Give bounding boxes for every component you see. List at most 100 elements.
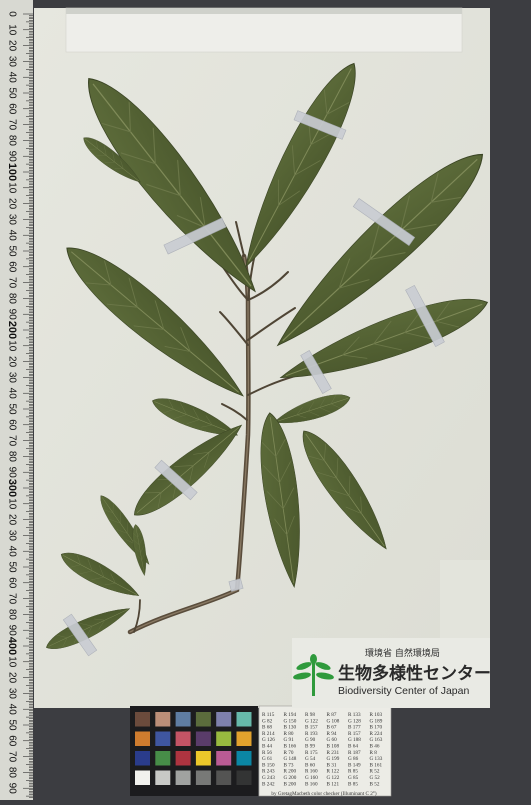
color-value-cell: G 60 [327,737,338,743]
color-value-cell: B 68 [262,725,272,731]
color-value-cell: R 133 [348,712,361,718]
ruler-label: 0 [6,11,17,17]
color-value-cell: B 64 [348,744,358,750]
herbarium-specimen-photo: 0 10 20 30 40 50 60 70 80 90 100 10 20 30 40 50 60 70 80 90… [0,0,531,800]
ruler-label: 80 [6,293,17,305]
ruler-label: 20 [6,672,17,684]
color-value-cell: G 91 [284,737,295,743]
color-value-cell: B 242 [262,781,275,787]
color-value-cell: R 52 [370,769,380,775]
color-value-cell: B 60 [305,762,315,768]
color-swatch [175,770,191,785]
color-swatch [175,731,191,746]
ruler-label: 70 [6,277,17,289]
ruler-label: 70 [6,435,17,447]
color-value-cell: G 54 [305,756,316,762]
ruler-label: 50 [6,403,17,415]
ruler-label: 20 [6,40,17,52]
color-value-cell: G 133 [370,756,383,762]
color-value-cell: R 193 [305,731,318,737]
ruler-label: 10 [6,182,17,194]
color-value-cell: R 122 [327,769,340,775]
ruler-label: 100 [6,163,18,181]
ruler-label: 40 [6,230,17,242]
color-swatch [155,731,171,746]
ruler-label: 40 [6,388,17,400]
ruler-label: 40 [6,704,17,716]
color-swatch [135,770,150,785]
center-title-en: Biodiversity Center of Japan [338,685,469,697]
color-value-cell: B 46 [370,744,380,750]
color-value-cell: R 85 [348,769,358,775]
color-swatch [135,712,150,727]
agency-text: 環境省 自然環境局 [365,647,440,659]
color-value-cell: G 189 [370,718,383,724]
top-label-strip [65,7,463,53]
color-checker-caption: by GretagMacbeth color checker (Illumina… [271,790,376,797]
color-value-cell: B 170 [370,725,383,731]
color-value-cell: G 188 [348,737,361,743]
ruler-label: 50 [6,719,17,731]
color-value-cell: B 121 [327,781,340,787]
color-value-cell: B 73 [284,762,294,768]
ruler-label: 40 [6,546,17,558]
color-value-cell: R 231 [327,750,340,756]
top-label-edge [66,8,462,14]
color-swatch [236,731,252,746]
color-value-cell: R 224 [370,731,383,737]
color-value-cell: G 52 [370,775,381,781]
color-value-cell: B 31 [327,762,337,768]
color-swatch [236,770,252,785]
ruler: 0102030405060708090100102030405060708090… [0,0,33,800]
color-value-cell: R 80 [284,731,294,737]
logo-block: 環境省 自然環境局 生物多様性センター Biodiversity Center … [292,638,491,708]
ruler-label: 30 [6,214,17,226]
color-swatch [195,751,211,766]
color-value-cell: R 8 [370,750,378,756]
color-value-cell: B 157 [305,725,318,731]
ruler-label: 90 [6,309,17,321]
color-value-cell: R 56 [262,750,272,756]
color-value-cell: G 128 [348,718,361,724]
ruler-label: 10 [6,24,17,36]
color-swatch [195,731,211,746]
ruler-label: 20 [6,514,17,526]
ruler-label: 70 [6,751,17,763]
color-value-cell: B 67 [327,725,337,731]
center-title-jp: 生物多様性センター [338,663,491,684]
ruler-label: 10 [6,498,17,510]
color-swatch [195,712,211,727]
color-swatch [175,751,191,766]
color-value-cell: R 194 [284,712,297,718]
ruler-label: 70 [6,119,17,131]
color-value-cell: B 108 [327,744,340,750]
ruler-label: 30 [6,56,17,68]
ruler-label: 200 [6,321,18,339]
color-value-cell: B 85 [348,781,358,787]
color-value-cell: R 157 [348,731,361,737]
ruler-label: 80 [6,135,17,147]
color-value-cell: R 175 [305,750,318,756]
color-value-cell: R 103 [370,712,383,718]
specimen-canvas: 0102030405060708090100102030405060708090… [0,0,531,800]
ruler-label: 90 [6,783,17,795]
color-value-cell: B 177 [348,725,361,731]
color-swatch [135,751,150,766]
color-value-cell: G 126 [262,737,275,743]
color-value-cell: B 166 [284,744,297,750]
color-value-cell: B 150 [262,762,275,768]
ruler-label: 60 [6,103,17,115]
ruler-label: 30 [6,530,17,542]
color-value-cell: R 87 [327,712,337,718]
color-value-cell: R 214 [262,731,275,737]
ruler-label: 70 [6,593,17,605]
color-value-cell: B 99 [305,744,315,750]
color-value-cell: G 90 [305,737,316,743]
color-swatch [216,751,232,766]
ruler-label: 60 [6,735,17,747]
ruler-label: 80 [6,451,17,463]
color-value-cell: G 243 [262,775,275,781]
color-swatch [216,712,232,727]
ruler-label: 60 [6,577,17,589]
ruler-label: 400 [6,637,18,655]
